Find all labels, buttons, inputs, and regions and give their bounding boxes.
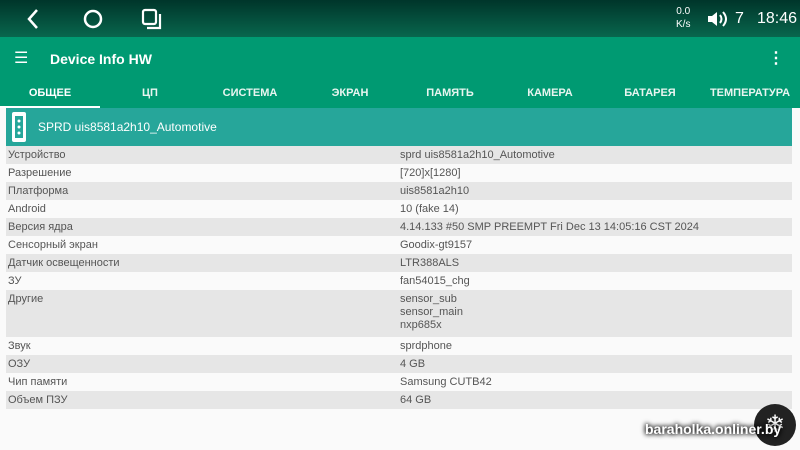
device-title: SPRD uis8581a2h10_Automotive — [38, 120, 217, 134]
device-header: SPRD uis8581a2h10_Automotive — [6, 108, 792, 146]
row-label: Датчик освещенности — [8, 257, 120, 269]
tab-screen[interactable]: ЭКРАН — [300, 85, 400, 108]
row-value: 4.14.133 #50 SMP PREEMPT Fri Dec 13 14:0… — [400, 221, 700, 233]
tab-cpu[interactable]: ЦП — [100, 85, 200, 108]
row-value: sensor_sub sensor_main nxp685x — [400, 293, 463, 331]
status-bar: 0.0 K/s 7 18:46 — [0, 0, 800, 37]
table-row: Объем ПЗУ 64 GB — [6, 391, 792, 409]
row-label: Версия ядра — [8, 221, 73, 233]
row-value: sprd uis8581a2h10_Automotive — [400, 149, 555, 161]
row-value: Goodix-gt9157 — [400, 239, 473, 251]
more-options-icon[interactable]: ⋮ — [768, 48, 784, 68]
row-label: Android — [8, 203, 46, 215]
row-value: sprdphone — [400, 340, 452, 352]
row-label: Устройство — [8, 149, 66, 161]
table-row: Версия ядра 4.14.133 #50 SMP PREEMPT Fri … — [6, 218, 792, 236]
table-row: ОЗУ 4 GB — [6, 355, 792, 373]
table-row: ЗУ fan54015_chg — [6, 272, 792, 290]
row-value: Samsung CUTB42 — [400, 376, 492, 388]
recents-icon[interactable] — [140, 7, 164, 31]
row-label: Объем ПЗУ — [8, 394, 68, 406]
tab-general[interactable]: ОБЩЕЕ — [0, 85, 100, 108]
tab-camera[interactable]: КАМЕРА — [500, 85, 600, 108]
speed-unit: K/s — [676, 19, 691, 30]
row-label: Разрешение — [8, 167, 72, 179]
row-value: [720]x[1280] — [400, 167, 461, 179]
clock: 18:46 — [757, 10, 798, 27]
speed-value: 0.0 — [676, 6, 691, 17]
row-value: 4 GB — [400, 358, 426, 370]
row-label: Платформа — [8, 185, 69, 197]
info-table: Устройство sprd uis8581a2h10_Automotive Р… — [6, 146, 792, 409]
volume-icon — [708, 11, 727, 27]
row-label: Звук — [8, 340, 31, 352]
table-row: Звук sprdphone — [6, 337, 792, 355]
app-bar: ☰ Device Info HW ⋮ ОБЩЕЕ ЦП СИСТЕМА ЭКРА… — [0, 37, 800, 108]
tab-battery[interactable]: БАТАРЕЯ — [600, 85, 700, 108]
table-row: Android 10 (fake 14) — [6, 200, 792, 218]
watermark: baraholka.onliner.by — [645, 421, 782, 437]
table-row: Чип памяти Samsung CUTB42 — [6, 373, 792, 391]
row-value: 64 GB — [400, 394, 432, 406]
device-icon — [12, 112, 26, 142]
volume-level: 7 — [735, 10, 744, 27]
row-value: fan54015_chg — [400, 275, 470, 287]
tab-bar: ОБЩЕЕ ЦП СИСТЕМА ЭКРАН ПАМЯТЬ КАМЕРА БАТ… — [0, 85, 800, 108]
table-row: Платформа uis8581a2h10 — [6, 182, 792, 200]
home-icon[interactable] — [81, 7, 105, 31]
row-value: 10 (fake 14) — [400, 203, 459, 215]
tab-memory[interactable]: ПАМЯТЬ — [400, 85, 500, 108]
menu-icon[interactable]: ☰ — [14, 48, 28, 68]
table-row: Другие sensor_sub sensor_main nxp685x — [6, 290, 792, 337]
row-label: ЗУ — [8, 275, 22, 287]
table-row: Датчик освещенности LTR388ALS — [6, 254, 792, 272]
row-label: Сенсорный экран — [8, 239, 98, 251]
table-row: Сенсорный экран Goodix-gt9157 — [6, 236, 792, 254]
app-title: Device Info HW — [50, 51, 152, 67]
row-value: LTR388ALS — [400, 257, 460, 269]
network-speed: 0.0 K/s — [676, 5, 690, 31]
row-label: Чип памяти — [8, 376, 68, 388]
back-icon[interactable] — [22, 7, 46, 31]
tab-temperature[interactable]: ТЕМПЕРАТУРА — [700, 85, 800, 108]
table-row: Устройство sprd uis8581a2h10_Automotive — [6, 146, 792, 164]
table-row: Разрешение [720]x[1280] — [6, 164, 792, 182]
row-label: ОЗУ — [8, 358, 31, 370]
tab-system[interactable]: СИСТЕМА — [200, 85, 300, 108]
row-value: uis8581a2h10 — [400, 185, 470, 197]
row-label: Другие — [8, 293, 44, 305]
